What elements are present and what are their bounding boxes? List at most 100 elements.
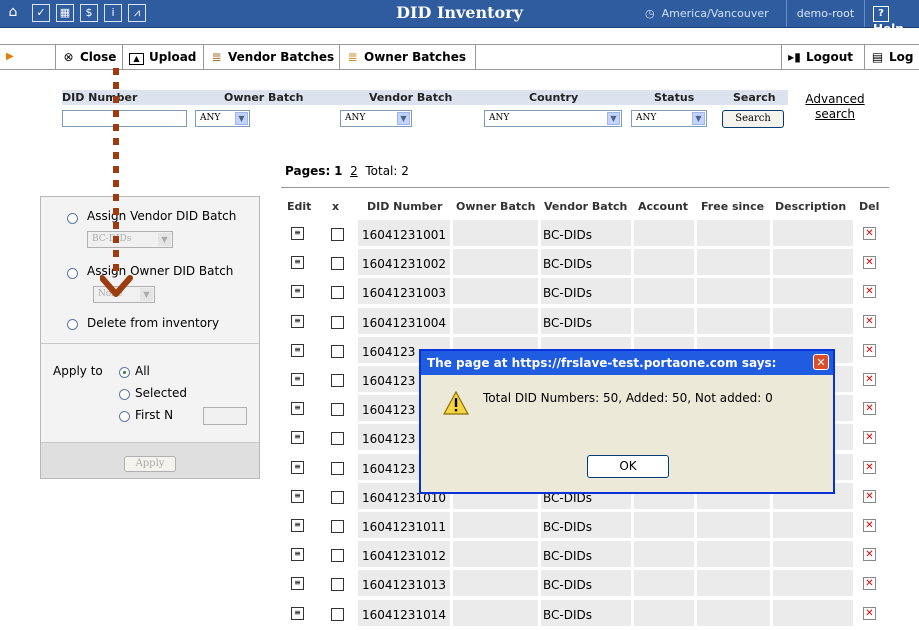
delete-icon[interactable]: ✕ xyxy=(863,431,876,445)
col-owner: Owner Batch xyxy=(456,200,536,213)
delete-icon[interactable]: ✕ xyxy=(863,373,876,386)
apply-selected-radio[interactable] xyxy=(119,389,130,400)
cell-owner-bg xyxy=(453,278,538,305)
did-number-cell: 1604123 xyxy=(362,403,416,418)
first-n-input[interactable] xyxy=(203,407,247,425)
upload-label: Upload xyxy=(149,50,197,64)
delete-icon[interactable]: ✕ xyxy=(863,402,876,416)
edit-icon[interactable]: ≡ xyxy=(291,519,304,532)
search-button[interactable]: Search xyxy=(722,110,784,128)
edit-icon[interactable]: ≡ xyxy=(291,489,304,503)
row-checkbox[interactable] xyxy=(331,374,344,387)
edit-icon[interactable]: ≡ xyxy=(291,373,304,386)
vendor-batch-cell: BC-DIDs xyxy=(543,607,593,622)
country-select[interactable]: ANY ▼ xyxy=(484,110,622,127)
apply-selected-label: Selected xyxy=(135,386,188,400)
assign-vendor-radio[interactable] xyxy=(67,213,78,224)
col-free-since: Free since xyxy=(701,200,765,213)
table-row: ≡ 16041231014 BC-DIDs ✕ xyxy=(281,599,889,629)
dialog-title: The page at https://frslave-test.portaon… xyxy=(421,351,833,375)
row-checkbox[interactable] xyxy=(331,490,344,504)
delete-icon[interactable]: ✕ xyxy=(863,489,876,503)
batch-actions-panel: Assign Vendor DID Batch BC-DIDs ▼ Assign … xyxy=(40,196,260,479)
delete-icon[interactable]: ✕ xyxy=(863,577,876,591)
vendor-batches-button[interactable]: ≣ Vendor Batches xyxy=(204,45,340,69)
edit-icon[interactable]: ≡ xyxy=(291,285,304,299)
pagination: Pages: 1 2 Total: 2 xyxy=(285,164,409,178)
row-checkbox[interactable] xyxy=(331,403,344,417)
vendor-batch-cell: BC-DIDs xyxy=(543,257,593,272)
apply-all-label: All xyxy=(135,364,150,378)
close-icon: ⊗ xyxy=(63,50,74,64)
delete-radio[interactable] xyxy=(67,319,78,330)
status-select[interactable]: ANY ▼ xyxy=(631,110,707,127)
ok-button[interactable]: OK xyxy=(587,455,669,478)
delete-icon[interactable]: ✕ xyxy=(863,227,876,240)
apply-button[interactable]: Apply xyxy=(124,456,176,472)
vendor-batch-select[interactable]: ANY ▼ xyxy=(340,110,412,127)
edit-icon[interactable]: ≡ xyxy=(291,460,304,474)
table-row: ≡ 16041231002 BC-DIDs ✕ xyxy=(281,249,889,278)
cell-account-bg xyxy=(634,541,694,568)
row-checkbox[interactable] xyxy=(331,461,344,475)
col-vendor: Vendor Batch xyxy=(544,200,628,213)
apply-first-n-radio[interactable] xyxy=(119,411,130,422)
col-account: Account xyxy=(638,200,689,213)
row-checkbox[interactable] xyxy=(331,315,344,329)
delete-icon[interactable]: ✕ xyxy=(863,548,876,562)
logout-button[interactable]: ▸▮ Logout xyxy=(781,45,865,69)
delete-icon[interactable]: ✕ xyxy=(863,343,876,357)
row-checkbox[interactable] xyxy=(331,549,344,563)
edit-icon[interactable]: ≡ xyxy=(291,431,304,445)
help-link[interactable]: ? Help xyxy=(873,5,919,36)
cell-free-since-bg xyxy=(697,278,770,305)
cell-free-since-bg xyxy=(697,220,770,246)
row-checkbox[interactable] xyxy=(331,286,344,300)
chevron-down-icon: ▼ xyxy=(692,112,705,125)
advanced-search-link[interactable]: Advanced search xyxy=(800,92,870,122)
row-checkbox[interactable] xyxy=(331,228,344,241)
did-number-cell: 16041231004 xyxy=(362,315,446,330)
col-edit: Edit xyxy=(287,200,312,213)
cell-free-since-bg xyxy=(697,599,770,626)
did-number-cell: 16041231014 xyxy=(362,607,446,622)
owner-batch-select[interactable]: ANY ▼ xyxy=(195,110,250,127)
edit-icon[interactable]: ≡ xyxy=(291,577,304,591)
delete-icon[interactable]: ✕ xyxy=(863,606,876,620)
delete-icon[interactable]: ✕ xyxy=(863,285,876,299)
advanced-label-1: Advanced xyxy=(805,92,865,106)
row-checkbox[interactable] xyxy=(331,344,344,358)
top-bar: ⌂ ✓ ▦ $ i ⩘ DID Inventory ◷ America/Vanc… xyxy=(0,0,919,36)
edit-icon[interactable]: ≡ xyxy=(291,227,304,240)
delete-icon[interactable]: ✕ xyxy=(863,314,876,328)
log-button[interactable]: ▤ Log xyxy=(865,45,919,69)
owner-batches-button[interactable]: ≣ Owner Batches xyxy=(340,45,476,69)
edit-icon[interactable]: ≡ xyxy=(291,343,304,357)
row-checkbox[interactable] xyxy=(331,520,344,533)
page-title: DID Inventory xyxy=(396,3,523,22)
row-checkbox[interactable] xyxy=(331,257,344,271)
delete-icon[interactable]: ✕ xyxy=(863,460,876,474)
timezone-label[interactable]: ◷ America/Vancouver xyxy=(645,7,769,20)
did-number-cell: 16041231012 xyxy=(362,549,446,564)
edit-icon[interactable]: ≡ xyxy=(291,314,304,328)
edit-icon[interactable]: ≡ xyxy=(291,548,304,562)
edit-icon[interactable]: ≡ xyxy=(291,606,304,620)
alert-dialog: The page at https://frslave-test.portaon… xyxy=(419,349,835,494)
edit-icon[interactable]: ≡ xyxy=(291,256,304,270)
vendor-batch-cell: BC-DIDs xyxy=(543,578,593,593)
assign-owner-radio[interactable] xyxy=(67,268,78,279)
country-header: Country xyxy=(529,91,579,104)
delete-icon[interactable]: ✕ xyxy=(863,519,876,532)
user-name[interactable]: demo-root xyxy=(786,0,865,27)
row-checkbox[interactable] xyxy=(331,578,344,592)
page-link-2[interactable]: 2 xyxy=(350,164,358,178)
apply-all-radio[interactable] xyxy=(119,367,130,378)
row-checkbox[interactable] xyxy=(331,607,344,621)
edit-icon[interactable]: ≡ xyxy=(291,402,304,416)
row-checkbox[interactable] xyxy=(331,432,344,446)
did-number-cell: 16041231003 xyxy=(362,286,446,301)
timezone-text: America/Vancouver xyxy=(661,7,769,20)
dialog-close-icon[interactable]: ✕ xyxy=(813,354,829,370)
delete-icon[interactable]: ✕ xyxy=(863,256,876,270)
